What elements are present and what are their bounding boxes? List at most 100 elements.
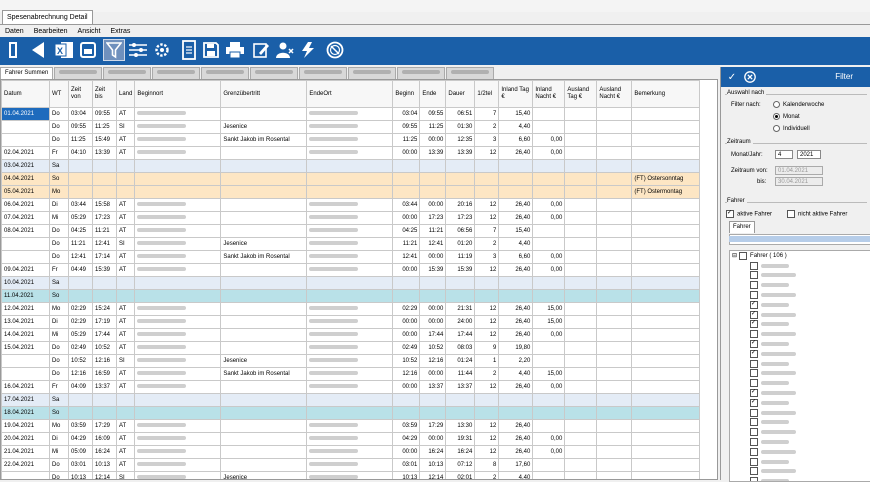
table-cell[interactable]: 04:29 — [392, 432, 421, 446]
table-cell[interactable] — [306, 107, 394, 121]
column-header[interactable]: Dauer — [445, 80, 476, 108]
table-cell[interactable]: 13:37 — [92, 380, 117, 394]
table-cell[interactable]: 12 — [474, 380, 500, 394]
table-cell[interactable]: 17:19 — [92, 315, 117, 329]
table-cell[interactable]: 12:14 — [92, 471, 117, 479]
table-cell[interactable]: AT — [115, 198, 136, 212]
table-cell[interactable]: 03:44 — [68, 198, 93, 212]
table-cell[interactable] — [134, 211, 222, 225]
table-cell[interactable] — [564, 445, 598, 459]
table-cell[interactable] — [564, 302, 598, 316]
table-cell[interactable] — [220, 328, 308, 342]
driver-check[interactable] — [750, 300, 758, 309]
table-row[interactable]: Do 12:41 17:14 AT Sankt Jakob im Rosental 12:… — [1, 250, 701, 264]
column-header[interactable]: Grenzübertritt — [220, 80, 308, 108]
table-cell[interactable]: 6,60 — [498, 250, 534, 264]
table-cell[interactable]: Mi — [49, 328, 69, 342]
table-cell[interactable] — [564, 224, 598, 238]
table-cell[interactable]: 04:09 — [68, 380, 93, 394]
table-cell[interactable] — [564, 328, 598, 342]
table-row[interactable]: 18.04.2021 So — [1, 406, 701, 420]
table-cell[interactable]: SI — [115, 354, 136, 368]
driver-check[interactable] — [750, 447, 758, 456]
driver-check[interactable] — [750, 261, 758, 270]
tree-item[interactable] — [730, 476, 870, 481]
table-cell[interactable]: 10:52 — [92, 341, 117, 355]
table-row[interactable]: Do 11:25 15:49 AT Sankt Jakob im Rosental 11:… — [1, 133, 701, 147]
table-cell[interactable] — [564, 406, 598, 420]
table-cell[interactable] — [596, 211, 633, 225]
table-cell[interactable]: 26,40 — [498, 315, 534, 329]
table-cell[interactable]: 09:55 — [92, 107, 117, 121]
table-cell[interactable] — [306, 276, 394, 290]
table-cell[interactable]: Sa — [49, 276, 69, 290]
table-cell[interactable] — [532, 159, 566, 173]
table-cell[interactable]: 16.04.2021 — [1, 380, 50, 394]
table-cell[interactable] — [92, 393, 117, 407]
table-cell[interactable]: 15:39 — [419, 263, 447, 277]
driver-check[interactable] — [750, 310, 758, 319]
table-cell[interactable]: 11.04.2021 — [1, 289, 50, 303]
table-cell[interactable]: Mi — [49, 211, 69, 225]
table-row[interactable]: 11.04.2021 So — [1, 289, 701, 303]
table-cell[interactable]: Mo — [49, 302, 69, 316]
driver-check[interactable] — [750, 467, 758, 476]
table-cell[interactable]: 2 — [474, 471, 500, 479]
table-cell[interactable] — [596, 393, 633, 407]
table-cell[interactable]: 20:16 — [445, 198, 476, 212]
menu-bearbeiten[interactable]: Bearbeiten — [29, 28, 73, 35]
table-cell[interactable] — [306, 237, 394, 251]
table-cell[interactable] — [134, 367, 222, 381]
table-cell[interactable]: Di — [49, 198, 69, 212]
table-row[interactable]: 08.04.2021 Do 04:25 11:21 AT 04:25 11:21 06:56 7… — [1, 224, 701, 238]
table-cell[interactable] — [1, 367, 50, 381]
table-cell[interactable] — [134, 471, 222, 479]
table-cell[interactable]: 2 — [474, 120, 500, 134]
table-cell[interactable] — [564, 471, 598, 479]
table-cell[interactable]: Do — [49, 107, 69, 121]
table-cell[interactable]: 0,00 — [532, 380, 566, 394]
table-cell[interactable] — [564, 237, 598, 251]
table-cell[interactable] — [1, 120, 50, 134]
table-cell[interactable]: 0,00 — [532, 432, 566, 446]
table-cell[interactable]: 11:25 — [392, 133, 421, 147]
table-cell[interactable] — [306, 159, 394, 173]
table-cell[interactable] — [134, 159, 222, 173]
table-cell[interactable]: Sa — [49, 393, 69, 407]
table-cell[interactable]: 2 — [474, 237, 500, 251]
edit-icon[interactable] — [250, 39, 272, 61]
table-cell[interactable] — [419, 289, 447, 303]
table-cell[interactable]: 7 — [474, 224, 500, 238]
table-cell[interactable] — [134, 354, 222, 368]
table-cell[interactable]: 8 — [474, 458, 500, 472]
table-cell[interactable] — [596, 250, 633, 264]
table-cell[interactable]: 0,00 — [532, 198, 566, 212]
table-cell[interactable] — [92, 406, 117, 420]
table-cell[interactable]: AT — [115, 263, 136, 277]
table-cell[interactable]: 15,00 — [532, 367, 566, 381]
table-cell[interactable] — [134, 458, 222, 472]
table-cell[interactable]: AT — [115, 250, 136, 264]
table-cell[interactable]: Sankt Jakob im Rosental — [220, 367, 308, 381]
table-cell[interactable] — [564, 276, 598, 290]
column-header[interactable]: Inland Tag € — [498, 80, 534, 108]
table-row[interactable]: 13.04.2021 Di 02:29 17:19 AT 00:00 00:00 24:00 1… — [1, 315, 701, 329]
table-cell[interactable] — [532, 354, 566, 368]
table-cell[interactable]: 00:00 — [392, 380, 421, 394]
von-date-picker[interactable]: 01.04.2021 — [775, 166, 823, 175]
table-cell[interactable] — [306, 341, 394, 355]
table-cell[interactable] — [392, 185, 421, 199]
table-cell[interactable]: 21:31 — [445, 302, 476, 316]
table-cell[interactable]: 4,40 — [498, 120, 534, 134]
table-row[interactable]: Do 11:21 12:41 SI Jesenice 11:21 12:41 01:20 2 4,… — [1, 237, 701, 251]
table-cell[interactable] — [306, 172, 394, 186]
table-cell[interactable]: 02:01 — [445, 471, 476, 479]
table-cell[interactable] — [631, 133, 701, 147]
table-cell[interactable] — [134, 406, 222, 420]
table-cell[interactable] — [220, 172, 308, 186]
table-cell[interactable] — [68, 289, 93, 303]
table-cell[interactable]: 20.04.2021 — [1, 432, 50, 446]
table-cell[interactable] — [445, 289, 476, 303]
table-cell[interactable]: 09:55 — [68, 120, 93, 134]
table-row[interactable]: 10.04.2021 Sa — [1, 276, 701, 290]
